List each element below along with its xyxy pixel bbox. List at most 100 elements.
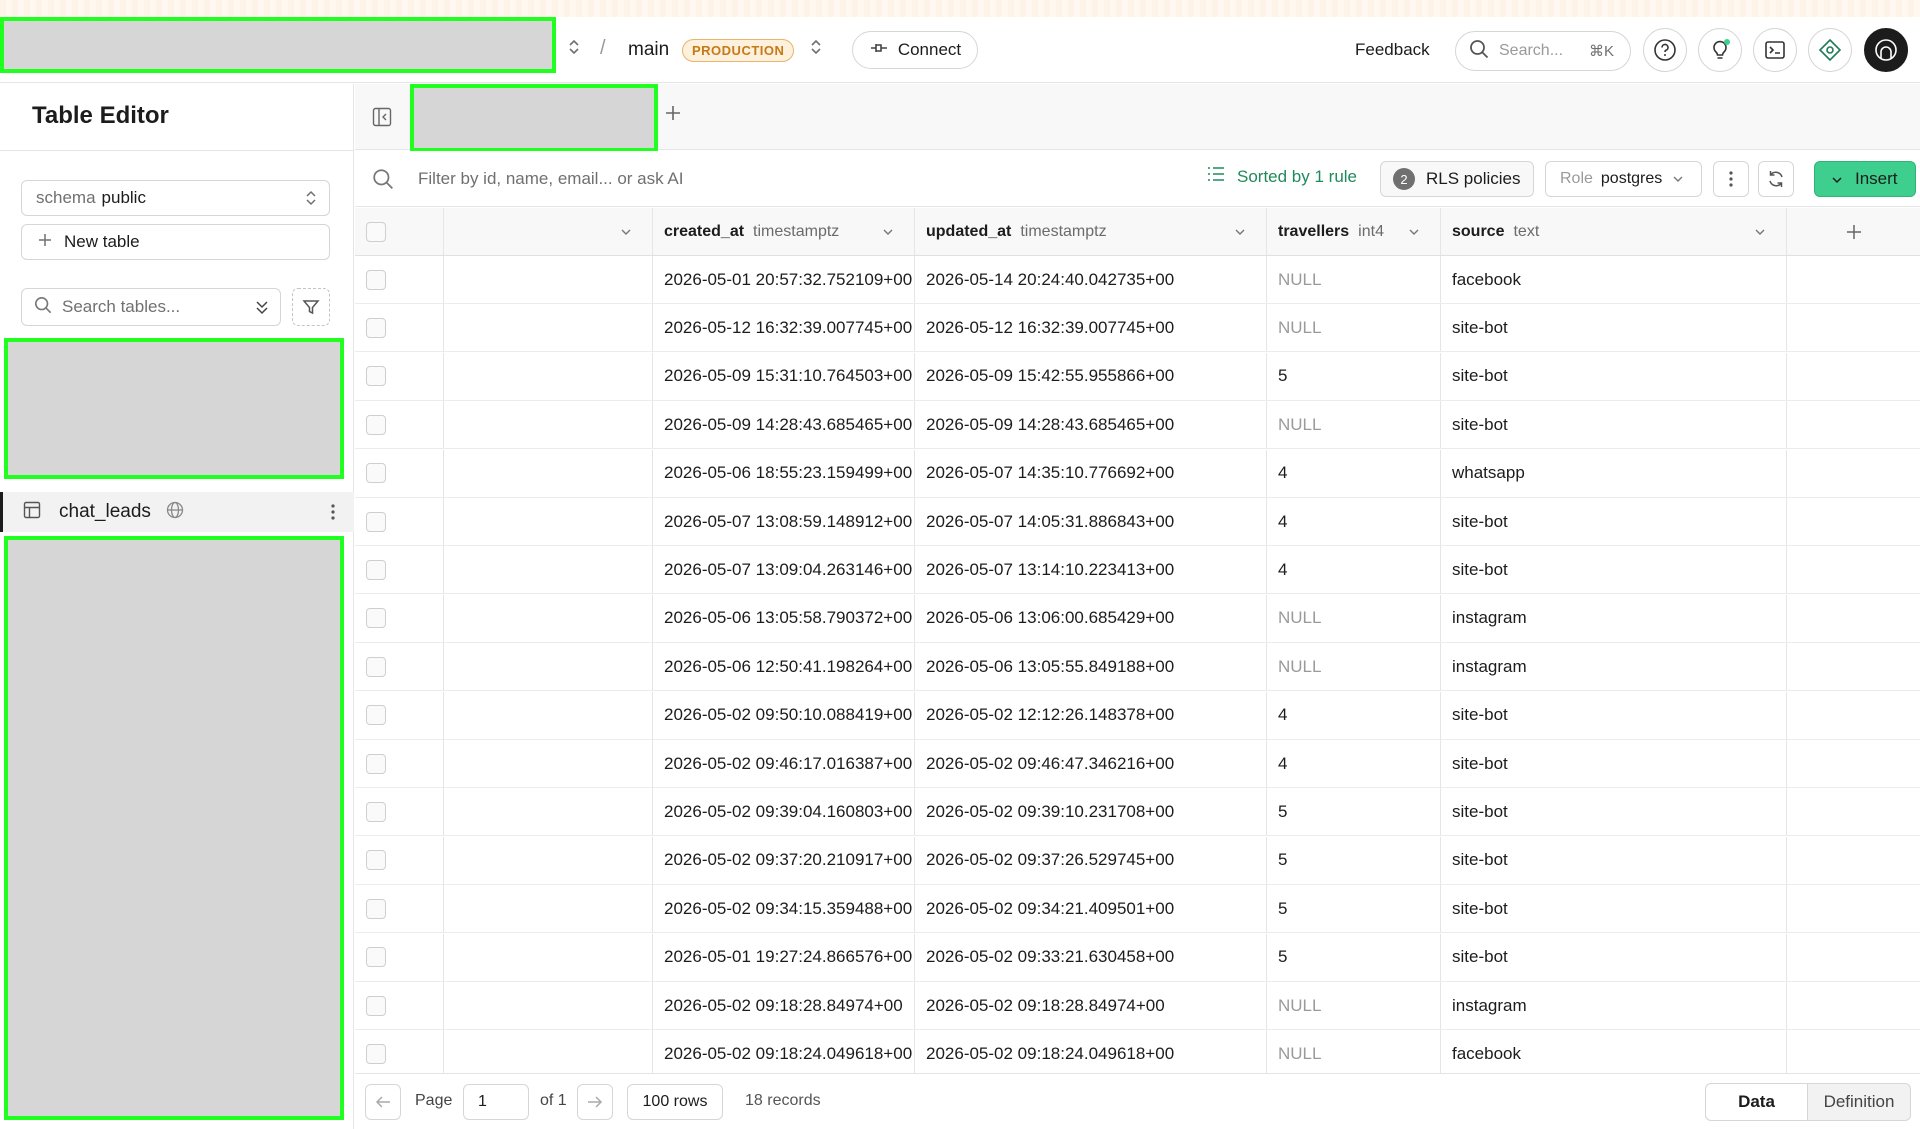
cell-created-at[interactable]: 2026-05-01 19:27:24.866576+00: [653, 933, 915, 981]
insert-button[interactable]: Insert: [1814, 161, 1916, 197]
role-select[interactable]: Role postgres: [1545, 161, 1702, 197]
row-select-cell[interactable]: [355, 740, 444, 787]
cell-travellers[interactable]: NULL: [1267, 304, 1441, 352]
cell-updated-at[interactable]: 2026-05-07 14:35:10.776692+00: [915, 449, 1267, 497]
cell-created-at[interactable]: 2026-05-02 09:18:28.84974+00: [653, 982, 915, 1029]
column-header-created-at[interactable]: created_at timestamptz: [653, 208, 915, 255]
cell-travellers[interactable]: NULL: [1267, 401, 1441, 449]
row-select-cell[interactable]: [355, 691, 444, 739]
chevron-updown-icon[interactable]: [809, 37, 823, 62]
cell-updated-at[interactable]: 2026-05-02 09:39:10.231708+00: [915, 788, 1267, 836]
new-table-button[interactable]: New table: [21, 224, 330, 260]
cell-source[interactable]: site-bot: [1441, 401, 1787, 449]
table-row[interactable]: 2026-05-01 20:57:32.752109+00 2026-05-14 …: [355, 256, 1920, 304]
cell-created-at[interactable]: 2026-05-09 14:28:43.685465+00: [653, 401, 915, 449]
row-select-cell[interactable]: [355, 352, 444, 400]
table-row[interactable]: 2026-05-02 09:18:28.84974+00 2026-05-02 0…: [355, 982, 1920, 1030]
cell-created-at[interactable]: 2026-05-02 09:34:15.359488+00: [653, 885, 915, 933]
cell-travellers[interactable]: 5: [1267, 788, 1441, 836]
cell-updated-at[interactable]: 2026-05-02 09:18:28.84974+00: [915, 982, 1267, 1029]
cell-created-at[interactable]: 2026-05-12 16:32:39.007745+00: [653, 304, 915, 352]
cell-updated-at[interactable]: 2026-05-06 13:05:55.849188+00: [915, 643, 1267, 691]
cell-updated-at[interactable]: 2026-05-02 09:46:47.346216+00: [915, 740, 1267, 787]
terminal-icon[interactable]: [1753, 28, 1797, 72]
cell-updated-at[interactable]: 2026-05-14 20:24:40.042735+00: [915, 256, 1267, 303]
cell-source[interactable]: instagram: [1441, 643, 1787, 691]
cell-source[interactable]: site-bot: [1441, 836, 1787, 884]
chevrons-down-icon[interactable]: [254, 298, 270, 321]
filter-icon[interactable]: [292, 288, 330, 326]
table-row[interactable]: 2026-05-06 12:50:41.198264+00 2026-05-06 …: [355, 643, 1920, 692]
table-row[interactable]: 2026-05-02 09:50:10.088419+00 2026-05-02 …: [355, 691, 1920, 740]
cell-source[interactable]: whatsapp: [1441, 449, 1787, 497]
table-row[interactable]: 2026-05-02 09:39:04.160803+00 2026-05-02 …: [355, 788, 1920, 837]
prev-page-button[interactable]: [365, 1084, 401, 1120]
cell-source[interactable]: site-bot: [1441, 498, 1787, 545]
cell-travellers[interactable]: NULL: [1267, 594, 1441, 642]
cell-updated-at[interactable]: 2026-05-12 16:32:39.007745+00: [915, 304, 1267, 352]
cell-created-at[interactable]: 2026-05-02 09:37:20.210917+00: [653, 836, 915, 884]
cell-source[interactable]: facebook: [1441, 256, 1787, 303]
row-checkbox[interactable]: [366, 898, 386, 919]
cell-travellers[interactable]: 5: [1267, 885, 1441, 933]
row-select-cell[interactable]: [355, 546, 444, 594]
column-header-travellers[interactable]: travellers int4: [1267, 208, 1441, 255]
add-tab-icon[interactable]: [664, 104, 682, 127]
search-button[interactable]: Search... ⌘K: [1455, 31, 1631, 71]
cell-updated-at[interactable]: 2026-05-02 09:34:21.409501+00: [915, 885, 1267, 933]
lightbulb-icon[interactable]: [1698, 28, 1742, 72]
table-row[interactable]: 2026-05-06 13:05:58.790372+00 2026-05-06 …: [355, 594, 1920, 643]
column-header-hidden[interactable]: [444, 208, 653, 255]
cell-created-at[interactable]: 2026-05-06 18:55:23.159499+00: [653, 449, 915, 497]
cell-travellers[interactable]: NULL: [1267, 643, 1441, 691]
row-checkbox[interactable]: [366, 511, 386, 532]
cell-created-at[interactable]: 2026-05-02 09:18:24.049618+00: [653, 1030, 915, 1073]
row-checkbox[interactable]: [366, 463, 386, 484]
cell-travellers[interactable]: NULL: [1267, 982, 1441, 1029]
table-row[interactable]: 2026-05-06 18:55:23.159499+00 2026-05-07 …: [355, 449, 1920, 498]
cell-travellers[interactable]: NULL: [1267, 256, 1441, 303]
cell-source[interactable]: site-bot: [1441, 304, 1787, 352]
row-select-cell[interactable]: [355, 498, 444, 545]
column-header-updated-at[interactable]: updated_at timestamptz: [915, 208, 1267, 255]
more-vertical-icon[interactable]: [330, 502, 336, 527]
cell-source[interactable]: site-bot: [1441, 546, 1787, 594]
row-checkbox[interactable]: [366, 947, 386, 968]
row-checkbox[interactable]: [366, 656, 386, 677]
more-vertical-icon[interactable]: [1713, 161, 1749, 197]
row-checkbox[interactable]: [366, 608, 386, 629]
row-select-cell[interactable]: [355, 594, 444, 642]
cell-travellers[interactable]: 4: [1267, 691, 1441, 739]
cell-travellers[interactable]: 4: [1267, 498, 1441, 545]
table-row[interactable]: 2026-05-07 13:08:59.148912+00 2026-05-07 …: [355, 498, 1920, 546]
cell-created-at[interactable]: 2026-05-02 09:50:10.088419+00: [653, 691, 915, 739]
schema-select[interactable]: schema public: [21, 180, 330, 216]
chevron-down-icon[interactable]: [1234, 228, 1246, 236]
row-select-cell[interactable]: [355, 304, 444, 352]
row-checkbox[interactable]: [366, 801, 386, 822]
cell-created-at[interactable]: 2026-05-06 13:05:58.790372+00: [653, 594, 915, 642]
chevron-down-icon[interactable]: [620, 228, 632, 236]
avatar[interactable]: [1864, 28, 1908, 72]
tab-data[interactable]: Data: [1706, 1084, 1808, 1120]
sidebar-item-chat-leads[interactable]: chat_leads: [0, 492, 354, 532]
cell-updated-at[interactable]: 2026-05-09 14:28:43.685465+00: [915, 401, 1267, 449]
cell-updated-at[interactable]: 2026-05-02 09:33:21.630458+00: [915, 933, 1267, 981]
cell-travellers[interactable]: 5: [1267, 836, 1441, 884]
filter-input[interactable]: Filter by id, name, email... or ask AI: [418, 169, 683, 189]
row-checkbox[interactable]: [366, 705, 386, 726]
next-page-button[interactable]: [577, 1084, 613, 1120]
cell-travellers[interactable]: 4: [1267, 740, 1441, 787]
add-column-icon[interactable]: [1787, 208, 1920, 255]
row-select-cell[interactable]: [355, 256, 444, 303]
branch-name[interactable]: main: [628, 39, 669, 61]
table-row[interactable]: 2026-05-02 09:46:17.016387+00 2026-05-02 …: [355, 740, 1920, 788]
chevron-updown-icon[interactable]: [567, 37, 581, 62]
cell-created-at[interactable]: 2026-05-09 15:31:10.764503+00: [653, 352, 915, 400]
cell-updated-at[interactable]: 2026-05-02 09:37:26.529745+00: [915, 836, 1267, 884]
table-row[interactable]: 2026-05-07 13:09:04.263146+00 2026-05-07 …: [355, 546, 1920, 595]
cell-source[interactable]: instagram: [1441, 982, 1787, 1029]
row-select-cell[interactable]: [355, 885, 444, 933]
table-row[interactable]: 2026-05-02 09:37:20.210917+00 2026-05-02 …: [355, 836, 1920, 885]
table-row[interactable]: 2026-05-09 14:28:43.685465+00 2026-05-09 …: [355, 401, 1920, 450]
